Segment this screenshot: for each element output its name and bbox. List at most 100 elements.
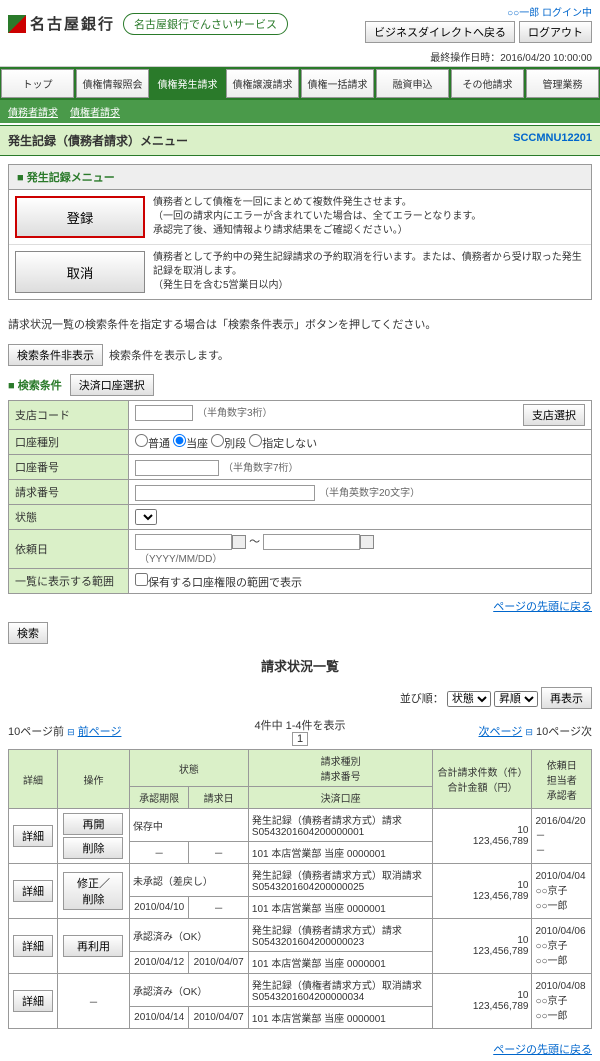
row-reqdate: － [189, 897, 248, 919]
label-status: 状態 [9, 505, 129, 530]
page-top-link[interactable]: ページの先頭に戻る [493, 1044, 592, 1056]
row-requester: 2010/04/06○○京子○○一郎 [532, 919, 592, 974]
row-status: 未承認（差戻し） [129, 864, 248, 897]
row-op-button[interactable]: 修正／削除 [63, 872, 123, 910]
bank-name: 名古屋銀行 [30, 13, 115, 34]
row-deadline: 2010/04/14 [129, 1007, 188, 1029]
page-code: SCCMNU12201 [513, 132, 592, 149]
tab-4[interactable]: 債権一括請求 [301, 69, 374, 98]
hide-conditions-button[interactable]: 検索条件非表示 [8, 344, 103, 366]
login-status: ○○一郎 ログイン中 [365, 4, 592, 19]
branch-input[interactable] [135, 405, 193, 421]
next-page-link[interactable]: 次ページ [479, 726, 523, 738]
next-10-link[interactable]: 10ページ次 [536, 726, 592, 738]
row-account: 101 本店営業部 当座 0000001 [248, 842, 433, 864]
label-branch: 支店コード [9, 401, 129, 430]
tab-7[interactable]: 管理業務 [526, 69, 599, 98]
col-total: 合計請求件数（件）合計金額（円） [433, 750, 532, 809]
scope-checkbox-label[interactable]: 保有する口座権限の範囲で表示 [135, 577, 302, 589]
tab-3[interactable]: 債権譲渡請求 [226, 69, 299, 98]
type-radio-2[interactable] [211, 434, 224, 447]
count-display: 4件中 1-4件を表示 [121, 717, 478, 733]
tab-5[interactable]: 融資申込 [376, 69, 449, 98]
row-total: 10123,456,789 [433, 809, 532, 864]
sort-order-select[interactable]: 昇順 [494, 691, 538, 707]
detail-button[interactable]: 詳細 [13, 880, 53, 902]
scope-checkbox[interactable] [135, 573, 148, 586]
detail-button[interactable]: 詳細 [13, 935, 53, 957]
account-select-button[interactable]: 決済口座選択 [70, 374, 154, 396]
menu-btn-0[interactable]: 登録 [15, 196, 145, 238]
page-top-link[interactable]: ページの先頭に戻る [493, 601, 592, 613]
tab-1[interactable]: 債権情報照会 [76, 69, 149, 98]
row-status: 承認済み（OK） [129, 974, 248, 1007]
date-to-input[interactable] [263, 534, 360, 550]
service-name: 名古屋銀行でんさいサービス [123, 13, 288, 35]
row-requester: 2010/04/04○○京子○○一郎 [532, 864, 592, 919]
search-header: ■ 検索条件 [8, 377, 62, 393]
branch-select-button[interactable]: 支店選択 [523, 404, 585, 426]
calendar-icon[interactable] [232, 535, 246, 549]
row-reqtype: 発生記録（債権者請求方式）取消請求S0543201604200000034 [248, 974, 433, 1007]
menu-desc-1: 債務者として予約中の発生記録請求の予約取消を行います。または、債務者から受け取っ… [153, 251, 585, 293]
row-account: 101 本店営業部 当座 0000001 [248, 1007, 433, 1029]
col-reqtype: 請求種別請求番号 [248, 750, 433, 787]
logo-icon [8, 15, 26, 33]
row-account: 101 本店営業部 当座 0000001 [248, 952, 433, 974]
instruction-text: 請求状況一覧の検索条件を指定する場合は「検索条件表示」ボタンを押してください。 [0, 308, 600, 340]
row-reqdate: － [189, 842, 248, 864]
subnav-0[interactable]: 債務者請求 [8, 108, 58, 119]
sort-field-select[interactable]: 状態 [447, 691, 491, 707]
next-icon[interactable]: ⊟ [525, 727, 533, 737]
calendar-icon[interactable] [360, 535, 374, 549]
back-button[interactable]: ビジネスダイレクトへ戻る [365, 21, 515, 43]
logout-button[interactable]: ログアウト [519, 21, 592, 43]
row-total: 10123,456,789 [433, 974, 532, 1029]
number-input[interactable] [135, 460, 219, 476]
type-radio-1[interactable] [173, 434, 186, 447]
subnav-1[interactable]: 債権者請求 [70, 108, 120, 119]
page-number: 1 [292, 732, 308, 746]
label-reqnum: 請求番号 [9, 480, 129, 505]
tab-0[interactable]: トップ [1, 69, 74, 98]
search-button[interactable]: 検索 [8, 622, 48, 644]
menu-desc-0: 債務者として債権を一回にまとめて複数件発生させます。（一回の請求内にエラーが含ま… [153, 196, 585, 238]
menu-header: ■ 発生記録メニュー [17, 172, 115, 184]
row-op-button[interactable]: 削除 [63, 837, 123, 859]
row-account: 101 本店営業部 当座 0000001 [248, 897, 433, 919]
timestamp: 最終操作日時：2016/04/20 10:00:00 [0, 47, 600, 66]
row-requester: 2010/04/08○○京子○○一郎 [532, 974, 592, 1029]
label-number: 口座番号 [9, 455, 129, 480]
col-requester: 依頼日担当者承認者 [532, 750, 592, 809]
menu-btn-1[interactable]: 取消 [15, 251, 145, 293]
row-total: 10123,456,789 [433, 919, 532, 974]
row-op-button[interactable]: 再利用 [63, 935, 123, 957]
row-reqdate: 2010/04/07 [189, 1007, 248, 1029]
list-title: 請求状況一覧 [0, 656, 600, 675]
row-op-button[interactable]: 再開 [63, 813, 123, 835]
row-requester: 2016/04/20－－ [532, 809, 592, 864]
date-from-input[interactable] [135, 534, 232, 550]
row-reqtype: 発生記録（債務者請求方式）取消請求S0543201604200000025 [248, 864, 433, 897]
row-total: 10123,456,789 [433, 864, 532, 919]
status-select[interactable] [135, 509, 157, 525]
row-deadline: － [129, 842, 188, 864]
label-reqdate: 依頼日 [9, 530, 129, 569]
prev-icon[interactable]: ⊟ [67, 727, 75, 737]
tab-6[interactable]: その他請求 [451, 69, 524, 98]
row-reqdate: 2010/04/07 [189, 952, 248, 974]
bank-logo: 名古屋銀行 [8, 13, 115, 34]
prev-page-link[interactable]: 前ページ [78, 726, 122, 738]
row-deadline: 2010/04/12 [129, 952, 188, 974]
row-deadline: 2010/04/10 [129, 897, 188, 919]
detail-button[interactable]: 詳細 [13, 825, 53, 847]
refresh-button[interactable]: 再表示 [541, 687, 592, 709]
prev-10-link[interactable]: 10ページ前 [8, 726, 64, 738]
row-status: 保存中 [129, 809, 248, 842]
reqnum-input[interactable] [135, 485, 315, 501]
detail-button[interactable]: 詳細 [13, 990, 53, 1012]
type-radio-0[interactable] [135, 434, 148, 447]
tab-2[interactable]: 債権発生請求 [151, 69, 224, 98]
type-radio-3[interactable] [249, 434, 262, 447]
row-reqtype: 発生記録（債務者請求方式）請求S0543201604200000023 [248, 919, 433, 952]
